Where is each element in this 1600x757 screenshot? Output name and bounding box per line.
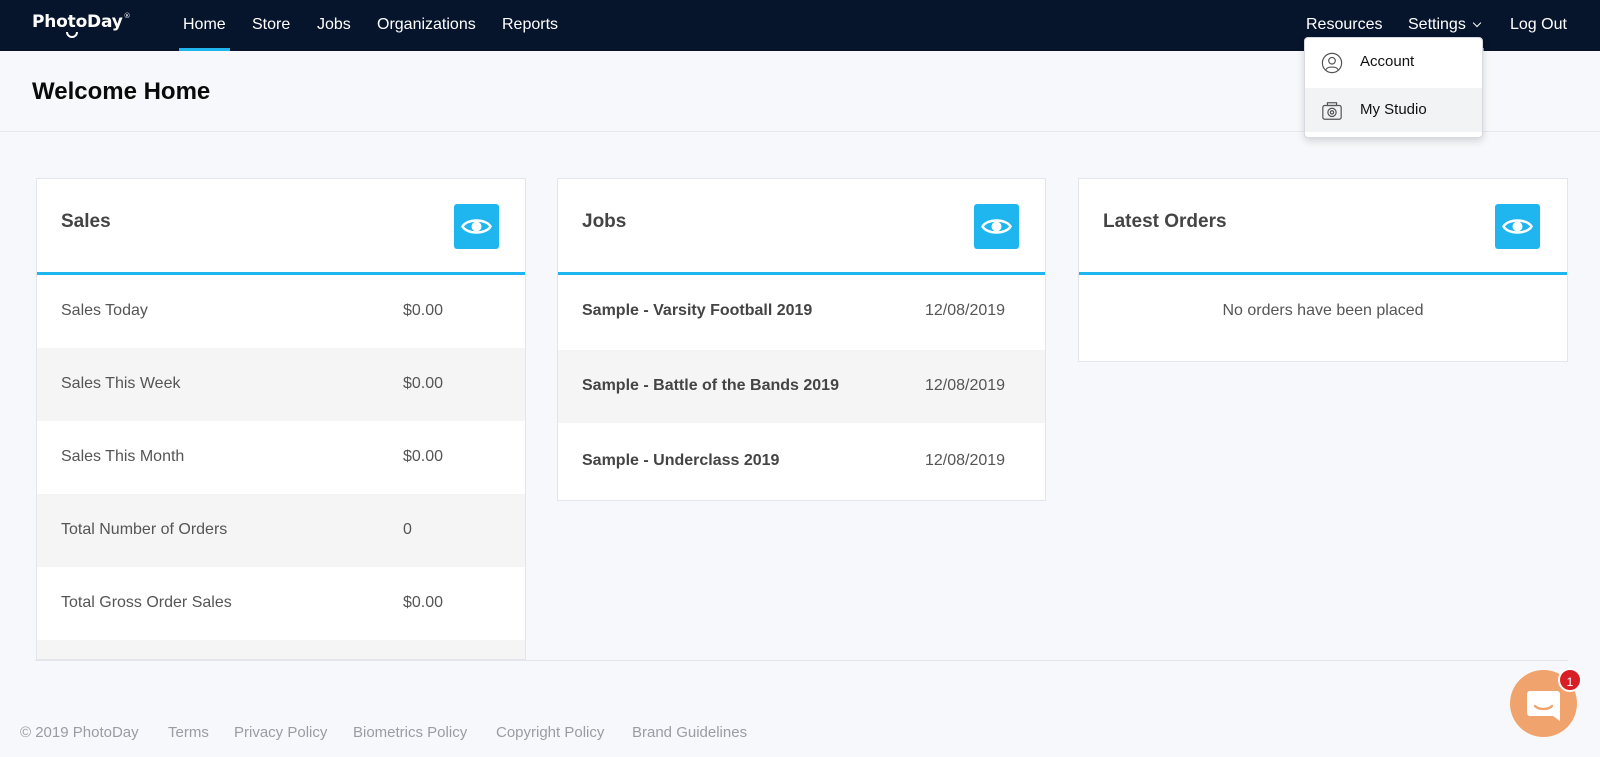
menu-item-my-studio-label: My Studio <box>1360 101 1427 118</box>
sales-view-button[interactable] <box>454 204 499 249</box>
user-circle-icon <box>1321 52 1343 74</box>
settings-dropdown: Account My Studio <box>1304 37 1483 138</box>
sales-row-orders: Total Number of Orders 0 <box>37 494 525 567</box>
sales-row-label: Sales Today <box>61 302 148 319</box>
sales-row-label: Total Number of Orders <box>61 521 228 538</box>
nav-logout[interactable]: Log Out <box>1510 0 1567 51</box>
footer-link-copyright[interactable]: Copyright Policy <box>496 724 604 741</box>
jobs-card: Jobs Sample - Varsity Football 2019 12/0… <box>557 178 1046 501</box>
sales-row-label: Sales This Month <box>61 448 185 465</box>
job-date: 12/08/2019 <box>925 302 1006 319</box>
footer-divider <box>35 660 1568 661</box>
latest-orders-card: Latest Orders No orders have been placed <box>1078 178 1568 362</box>
sales-row-week: Sales This Week $0.00 <box>37 348 525 421</box>
job-name[interactable]: Sample - Varsity Football 2019 <box>582 302 812 320</box>
job-row[interactable]: Sample - Underclass 2019 12/08/2019 <box>558 425 1045 498</box>
eye-icon <box>461 219 492 234</box>
footer-link-privacy[interactable]: Privacy Policy <box>234 724 327 741</box>
orders-view-button[interactable] <box>1495 204 1540 249</box>
sales-card-title: Sales <box>61 211 111 232</box>
nav-home[interactable]: Home <box>179 0 230 51</box>
camera-icon <box>1322 102 1342 120</box>
nav-organizations[interactable]: Organizations <box>377 0 476 51</box>
nav-settings-label: Settings <box>1408 16 1466 33</box>
job-name[interactable]: Sample - Underclass 2019 <box>582 452 779 470</box>
sales-row-value: $0.00 <box>403 594 444 611</box>
eye-icon <box>1502 219 1533 234</box>
jobs-card-header: Jobs <box>558 179 1045 275</box>
job-date: 12/08/2019 <box>925 452 1006 469</box>
job-date: 12/08/2019 <box>925 377 1006 394</box>
sales-row-value: 0 <box>403 521 412 538</box>
jobs-view-button[interactable] <box>974 204 1019 249</box>
sales-row-value: $0.00 <box>403 302 444 319</box>
sales-row-value: $0.00 <box>403 448 444 465</box>
footer-link-biometrics[interactable]: Biometrics Policy <box>353 724 467 741</box>
sales-row-month: Sales This Month $0.00 <box>37 421 525 494</box>
chat-notification-badge: 1 <box>1558 668 1582 692</box>
nav-reports[interactable]: Reports <box>502 0 558 51</box>
sales-row-partial <box>37 640 525 659</box>
photoday-logo[interactable]: PhotoDay® <box>32 12 131 38</box>
sales-row-label: Total Gross Order Sales <box>61 594 232 611</box>
menu-item-account-label: Account <box>1360 53 1415 70</box>
eye-icon <box>981 219 1012 234</box>
menu-item-account[interactable]: Account <box>1305 40 1482 84</box>
page-title: Welcome Home <box>32 78 211 105</box>
sales-row-label: Sales This Week <box>61 375 181 392</box>
job-row[interactable]: Sample - Varsity Football 2019 12/08/201… <box>558 275 1045 348</box>
sales-row-gross: Total Gross Order Sales $0.00 <box>37 567 525 640</box>
menu-item-my-studio[interactable]: My Studio <box>1305 88 1482 132</box>
sales-card-header: Sales <box>37 179 525 275</box>
latest-orders-card-title: Latest Orders <box>1103 211 1227 232</box>
footer-copyright: © 2019 PhotoDay <box>20 724 139 741</box>
job-row[interactable]: Sample - Battle of the Bands 2019 12/08/… <box>558 350 1045 423</box>
nav-store[interactable]: Store <box>252 0 290 51</box>
jobs-card-title: Jobs <box>582 211 627 232</box>
no-orders-message: No orders have been placed <box>1222 302 1424 319</box>
sales-row-today: Sales Today $0.00 <box>37 275 525 348</box>
latest-orders-card-header: Latest Orders <box>1079 179 1567 275</box>
footer-link-terms[interactable]: Terms <box>168 724 209 741</box>
footer-link-brand[interactable]: Brand Guidelines <box>632 724 747 741</box>
sales-card: Sales Sales Today $0.00 Sales This Week … <box>36 178 526 660</box>
job-name[interactable]: Sample - Battle of the Bands 2019 <box>582 377 839 395</box>
nav-jobs[interactable]: Jobs <box>317 0 351 51</box>
chevron-down-icon <box>1472 18 1482 28</box>
sales-row-value: $0.00 <box>403 375 444 392</box>
